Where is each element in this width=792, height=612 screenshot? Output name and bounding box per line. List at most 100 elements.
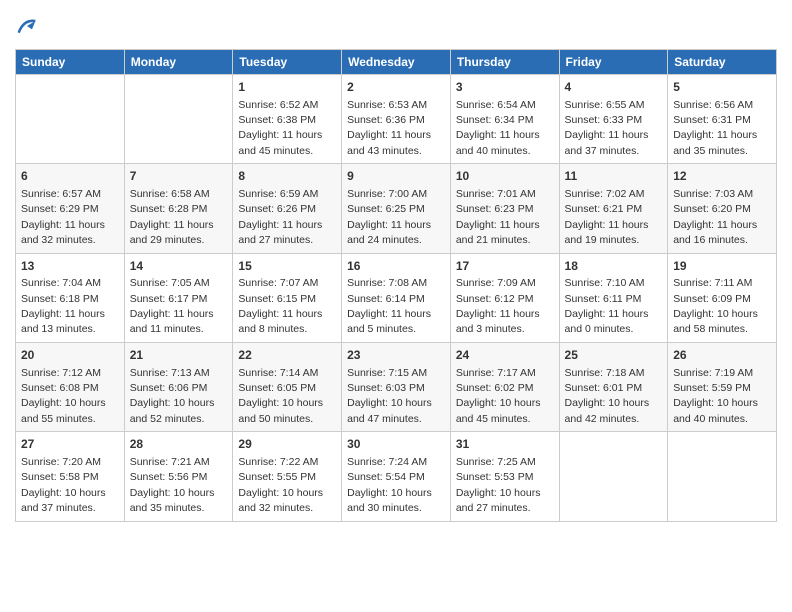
logo-text: [15, 16, 37, 41]
day-number: 28: [130, 436, 228, 453]
day-number: 22: [238, 347, 336, 364]
day-number: 12: [673, 168, 771, 185]
day-info: Sunrise: 7:12 AM Sunset: 6:08 PM Dayligh…: [21, 367, 106, 425]
day-info: Sunrise: 7:01 AM Sunset: 6:23 PM Dayligh…: [456, 188, 540, 246]
day-info: Sunrise: 6:59 AM Sunset: 6:26 PM Dayligh…: [238, 188, 322, 246]
day-info: Sunrise: 7:15 AM Sunset: 6:03 PM Dayligh…: [347, 367, 432, 425]
day-number: 30: [347, 436, 445, 453]
day-number: 16: [347, 258, 445, 275]
day-number: 3: [456, 79, 554, 96]
day-info: Sunrise: 6:53 AM Sunset: 6:36 PM Dayligh…: [347, 99, 431, 157]
calendar-body: 1 Sunrise: 6:52 AM Sunset: 6:38 PM Dayli…: [16, 74, 777, 521]
day-number: 8: [238, 168, 336, 185]
calendar-cell: 18 Sunrise: 7:10 AM Sunset: 6:11 PM Dayl…: [559, 253, 668, 342]
calendar-cell: 25 Sunrise: 7:18 AM Sunset: 6:01 PM Dayl…: [559, 342, 668, 431]
calendar-cell: 6 Sunrise: 6:57 AM Sunset: 6:29 PM Dayli…: [16, 164, 125, 253]
day-number: 15: [238, 258, 336, 275]
week-row-1: 1 Sunrise: 6:52 AM Sunset: 6:38 PM Dayli…: [16, 74, 777, 163]
calendar-cell: 12 Sunrise: 7:03 AM Sunset: 6:20 PM Dayl…: [668, 164, 777, 253]
week-row-5: 27 Sunrise: 7:20 AM Sunset: 5:58 PM Dayl…: [16, 432, 777, 521]
day-number: 9: [347, 168, 445, 185]
calendar-cell: 3 Sunrise: 6:54 AM Sunset: 6:34 PM Dayli…: [450, 74, 559, 163]
day-number: 25: [565, 347, 663, 364]
day-info: Sunrise: 7:08 AM Sunset: 6:14 PM Dayligh…: [347, 277, 431, 335]
calendar-cell: 9 Sunrise: 7:00 AM Sunset: 6:25 PM Dayli…: [342, 164, 451, 253]
header: [15, 10, 777, 41]
day-info: Sunrise: 6:58 AM Sunset: 6:28 PM Dayligh…: [130, 188, 214, 246]
day-info: Sunrise: 7:20 AM Sunset: 5:58 PM Dayligh…: [21, 456, 106, 514]
day-info: Sunrise: 7:21 AM Sunset: 5:56 PM Dayligh…: [130, 456, 215, 514]
day-number: 7: [130, 168, 228, 185]
week-row-2: 6 Sunrise: 6:57 AM Sunset: 6:29 PM Dayli…: [16, 164, 777, 253]
day-number: 31: [456, 436, 554, 453]
day-info: Sunrise: 7:18 AM Sunset: 6:01 PM Dayligh…: [565, 367, 650, 425]
calendar-cell: 13 Sunrise: 7:04 AM Sunset: 6:18 PM Dayl…: [16, 253, 125, 342]
calendar-cell: 27 Sunrise: 7:20 AM Sunset: 5:58 PM Dayl…: [16, 432, 125, 521]
day-number: 29: [238, 436, 336, 453]
day-info: Sunrise: 7:07 AM Sunset: 6:15 PM Dayligh…: [238, 277, 322, 335]
day-number: 14: [130, 258, 228, 275]
day-info: Sunrise: 7:05 AM Sunset: 6:17 PM Dayligh…: [130, 277, 214, 335]
day-info: Sunrise: 7:04 AM Sunset: 6:18 PM Dayligh…: [21, 277, 105, 335]
day-info: Sunrise: 6:55 AM Sunset: 6:33 PM Dayligh…: [565, 99, 649, 157]
day-number: 20: [21, 347, 119, 364]
calendar-cell: 2 Sunrise: 6:53 AM Sunset: 6:36 PM Dayli…: [342, 74, 451, 163]
calendar-cell: 30 Sunrise: 7:24 AM Sunset: 5:54 PM Dayl…: [342, 432, 451, 521]
day-info: Sunrise: 7:02 AM Sunset: 6:21 PM Dayligh…: [565, 188, 649, 246]
day-info: Sunrise: 6:57 AM Sunset: 6:29 PM Dayligh…: [21, 188, 105, 246]
weekday-header-row: SundayMondayTuesdayWednesdayThursdayFrid…: [16, 49, 777, 74]
day-info: Sunrise: 7:11 AM Sunset: 6:09 PM Dayligh…: [673, 277, 758, 335]
day-info: Sunrise: 7:13 AM Sunset: 6:06 PM Dayligh…: [130, 367, 215, 425]
day-info: Sunrise: 6:56 AM Sunset: 6:31 PM Dayligh…: [673, 99, 757, 157]
day-info: Sunrise: 7:14 AM Sunset: 6:05 PM Dayligh…: [238, 367, 323, 425]
day-number: 17: [456, 258, 554, 275]
calendar-cell: 31 Sunrise: 7:25 AM Sunset: 5:53 PM Dayl…: [450, 432, 559, 521]
calendar-cell: 7 Sunrise: 6:58 AM Sunset: 6:28 PM Dayli…: [124, 164, 233, 253]
day-number: 11: [565, 168, 663, 185]
calendar-cell: 28 Sunrise: 7:21 AM Sunset: 5:56 PM Dayl…: [124, 432, 233, 521]
day-info: Sunrise: 7:00 AM Sunset: 6:25 PM Dayligh…: [347, 188, 431, 246]
weekday-header-thursday: Thursday: [450, 49, 559, 74]
calendar-cell: 17 Sunrise: 7:09 AM Sunset: 6:12 PM Dayl…: [450, 253, 559, 342]
day-info: Sunrise: 6:54 AM Sunset: 6:34 PM Dayligh…: [456, 99, 540, 157]
calendar-cell: 4 Sunrise: 6:55 AM Sunset: 6:33 PM Dayli…: [559, 74, 668, 163]
calendar-cell: [668, 432, 777, 521]
weekday-header-monday: Monday: [124, 49, 233, 74]
weekday-header-tuesday: Tuesday: [233, 49, 342, 74]
day-number: 13: [21, 258, 119, 275]
calendar-cell: [559, 432, 668, 521]
calendar-cell: 26 Sunrise: 7:19 AM Sunset: 5:59 PM Dayl…: [668, 342, 777, 431]
calendar-cell: 1 Sunrise: 6:52 AM Sunset: 6:38 PM Dayli…: [233, 74, 342, 163]
calendar-cell: 16 Sunrise: 7:08 AM Sunset: 6:14 PM Dayl…: [342, 253, 451, 342]
calendar-cell: 19 Sunrise: 7:11 AM Sunset: 6:09 PM Dayl…: [668, 253, 777, 342]
weekday-header-sunday: Sunday: [16, 49, 125, 74]
day-number: 27: [21, 436, 119, 453]
day-number: 23: [347, 347, 445, 364]
day-number: 6: [21, 168, 119, 185]
calendar-cell: 21 Sunrise: 7:13 AM Sunset: 6:06 PM Dayl…: [124, 342, 233, 431]
week-row-4: 20 Sunrise: 7:12 AM Sunset: 6:08 PM Dayl…: [16, 342, 777, 431]
day-number: 24: [456, 347, 554, 364]
calendar-cell: [124, 74, 233, 163]
calendar-cell: 5 Sunrise: 6:56 AM Sunset: 6:31 PM Dayli…: [668, 74, 777, 163]
day-info: Sunrise: 7:09 AM Sunset: 6:12 PM Dayligh…: [456, 277, 540, 335]
calendar-cell: 29 Sunrise: 7:22 AM Sunset: 5:55 PM Dayl…: [233, 432, 342, 521]
day-info: Sunrise: 7:22 AM Sunset: 5:55 PM Dayligh…: [238, 456, 323, 514]
day-info: Sunrise: 6:52 AM Sunset: 6:38 PM Dayligh…: [238, 99, 322, 157]
weekday-header-friday: Friday: [559, 49, 668, 74]
day-info: Sunrise: 7:24 AM Sunset: 5:54 PM Dayligh…: [347, 456, 432, 514]
calendar-cell: 23 Sunrise: 7:15 AM Sunset: 6:03 PM Dayl…: [342, 342, 451, 431]
day-info: Sunrise: 7:17 AM Sunset: 6:02 PM Dayligh…: [456, 367, 541, 425]
day-number: 21: [130, 347, 228, 364]
calendar-table: SundayMondayTuesdayWednesdayThursdayFrid…: [15, 49, 777, 522]
day-number: 5: [673, 79, 771, 96]
calendar-cell: 20 Sunrise: 7:12 AM Sunset: 6:08 PM Dayl…: [16, 342, 125, 431]
week-row-3: 13 Sunrise: 7:04 AM Sunset: 6:18 PM Dayl…: [16, 253, 777, 342]
day-info: Sunrise: 7:25 AM Sunset: 5:53 PM Dayligh…: [456, 456, 541, 514]
day-number: 4: [565, 79, 663, 96]
calendar-cell: [16, 74, 125, 163]
day-number: 19: [673, 258, 771, 275]
calendar-cell: 8 Sunrise: 6:59 AM Sunset: 6:26 PM Dayli…: [233, 164, 342, 253]
calendar-cell: 15 Sunrise: 7:07 AM Sunset: 6:15 PM Dayl…: [233, 253, 342, 342]
day-info: Sunrise: 7:03 AM Sunset: 6:20 PM Dayligh…: [673, 188, 757, 246]
